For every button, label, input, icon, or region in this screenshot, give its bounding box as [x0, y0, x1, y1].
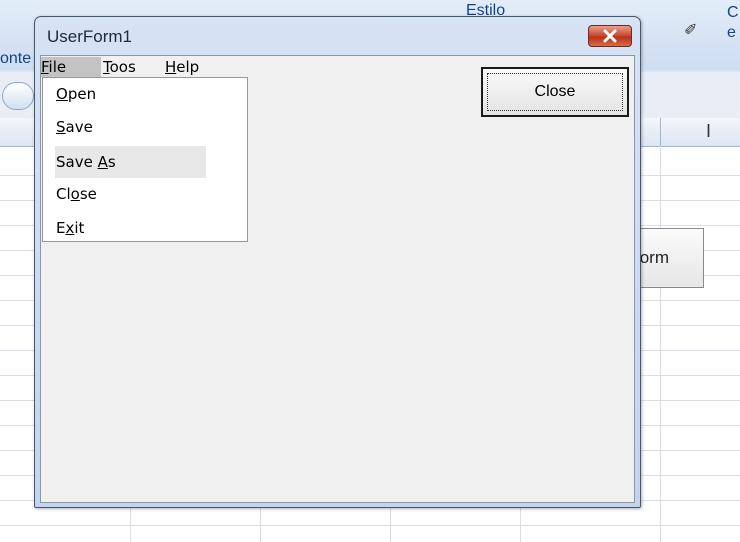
menu-mnemonic: O [56, 85, 68, 103]
file-menu-exit[interactable]: Exit [55, 212, 206, 244]
menu-tools[interactable]: Toos [103, 57, 136, 77]
sheet-button-label: orm [639, 248, 669, 267]
window-title: UserForm1 [47, 27, 133, 46]
menu-mnemonic: S [56, 118, 66, 136]
file-menu-dropdown: Open Save Save As Close Exit [42, 77, 248, 242]
menu-text: s [107, 153, 116, 171]
gridline [660, 146, 661, 542]
file-menu-save-as[interactable]: Save As [55, 146, 206, 178]
titlebar[interactable]: UserForm1 [35, 17, 640, 55]
file-menu-save[interactable]: Save [55, 111, 206, 143]
menu-help-mnemonic: H [165, 58, 177, 76]
menu-help[interactable]: Help [165, 57, 199, 77]
window-close-button[interactable] [588, 25, 632, 47]
eraser-icon[interactable]: ✐ [684, 20, 697, 39]
focus-rectangle [487, 73, 623, 111]
menu-tools-label: oos [109, 58, 136, 76]
ribbon-label-left: onte [0, 50, 32, 67]
menu-text: Save [56, 153, 98, 171]
ribbon-label-right-top: C [727, 4, 739, 21]
userform-window: UserForm1 File Toos Help Close Open Save… [34, 16, 641, 508]
menu-mnemonic: o [70, 185, 80, 203]
column-divider [660, 118, 661, 146]
form-client-area: File Toos Help Close Open Save Save As C… [40, 55, 635, 503]
file-menu-close[interactable]: Close [55, 178, 206, 210]
menu-text: se [79, 185, 97, 203]
menu-mnemonic: A [97, 153, 108, 171]
menu-file-mnemonic: F [41, 58, 49, 76]
column-header-i[interactable]: I [706, 121, 711, 142]
menu-tools-mnemonic: T [103, 58, 110, 76]
menu-help-label: elp [176, 58, 200, 76]
close-button[interactable]: Close [481, 67, 629, 117]
name-box-dropdown-icon[interactable] [2, 82, 34, 110]
gridline [0, 525, 740, 526]
close-icon [603, 29, 617, 43]
file-menu-open[interactable]: Open [55, 78, 206, 110]
menu-file[interactable]: File [41, 57, 101, 77]
menu-text: it [74, 219, 85, 237]
menu-file-label: ile [48, 58, 67, 76]
menu-text: Cl [56, 185, 71, 203]
menu-text: pen [67, 85, 97, 103]
ribbon-label-right-bottom: e [727, 24, 736, 41]
menu-text: ave [65, 118, 93, 136]
